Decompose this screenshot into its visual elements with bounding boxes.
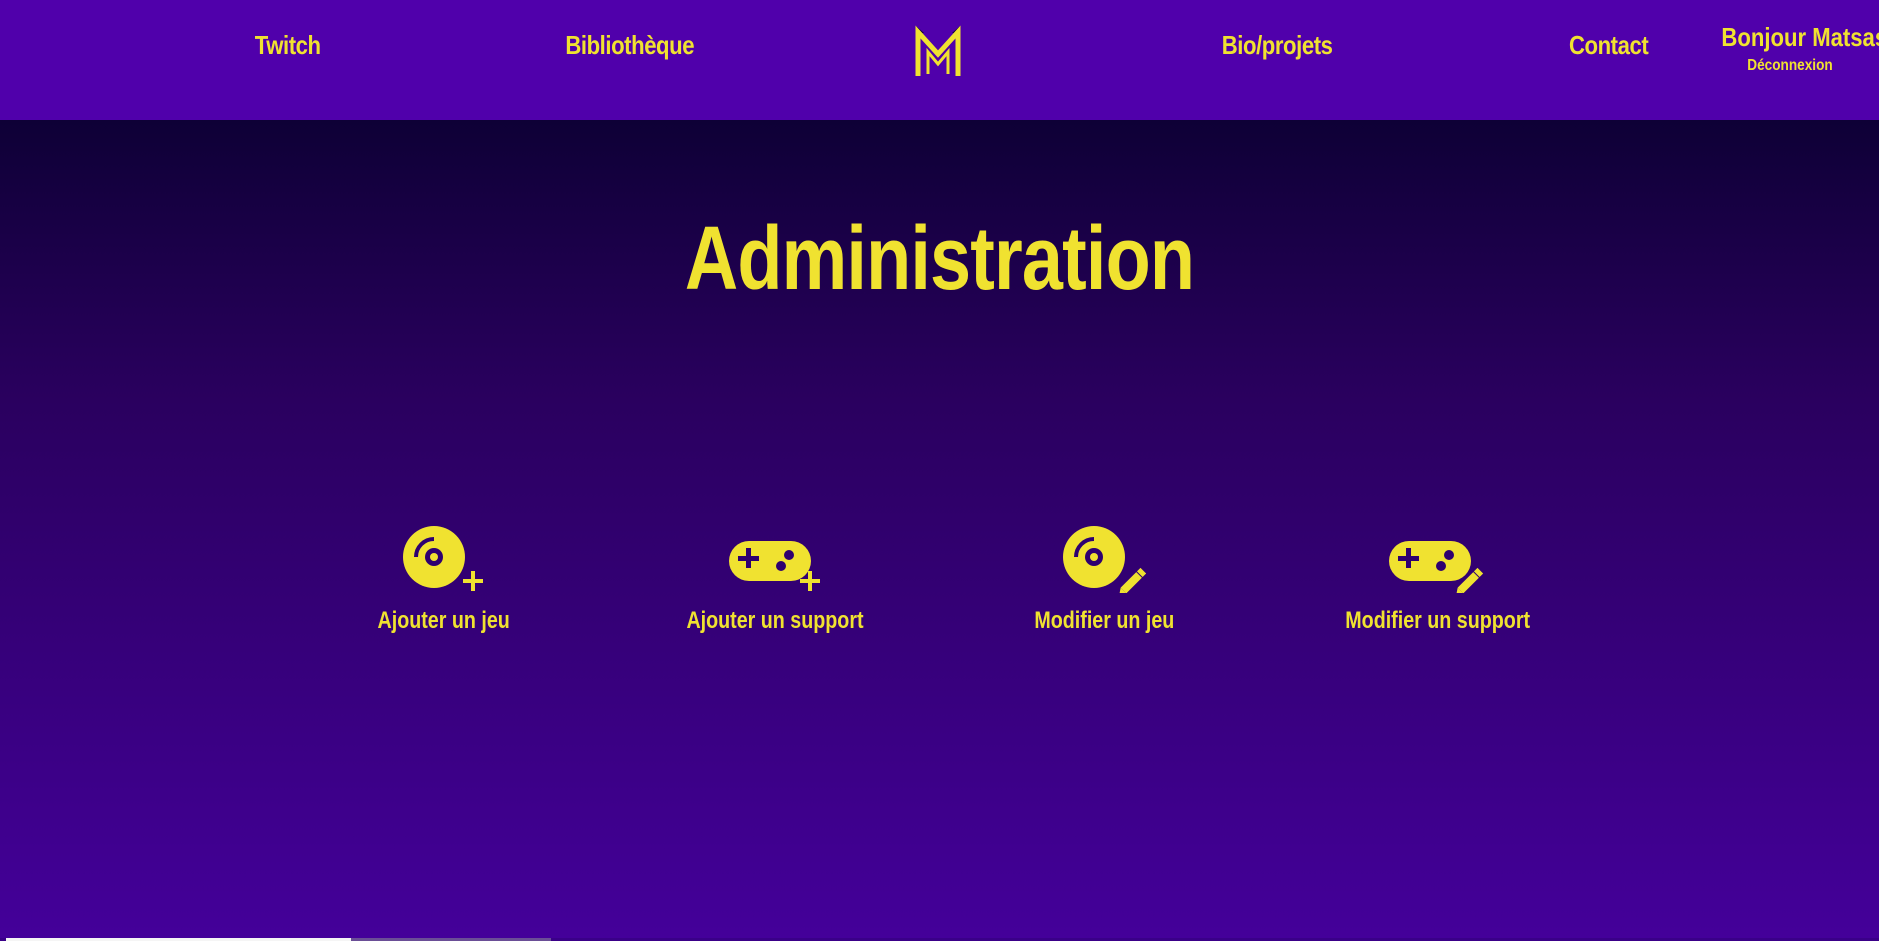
add-game-label: Ajouter un jeu: [377, 607, 511, 634]
disc-edit-icon: [1063, 526, 1146, 593]
nav-link-twitch[interactable]: Twitch: [255, 30, 321, 61]
nav-link-bio-projets[interactable]: Bio/projets: [1222, 30, 1333, 61]
page-title: Administration: [0, 208, 1879, 311]
m-crown-logo-icon[interactable]: [914, 24, 962, 80]
nav-link-contact[interactable]: Contact: [1569, 30, 1649, 61]
edit-support-label: Modifier un support: [1345, 607, 1531, 634]
edit-game-label: Modifier un jeu: [1034, 607, 1174, 634]
gamepad-plus-icon: [729, 541, 820, 591]
nav-link-bibliotheque[interactable]: Bibliothèque: [565, 30, 694, 61]
disc-plus-icon: [403, 526, 483, 591]
add-game-button[interactable]: Ajouter un jeu: [334, 525, 554, 635]
gamepad-edit-icon: [1389, 541, 1484, 593]
add-support-button[interactable]: Ajouter un support: [665, 525, 885, 635]
edit-game-button[interactable]: Modifier un jeu: [994, 525, 1214, 635]
edit-support-button[interactable]: Modifier un support: [1325, 525, 1545, 635]
page-title-text: Administration: [684, 209, 1195, 309]
logout-link[interactable]: Déconnexion: [1718, 57, 1863, 75]
add-support-label: Ajouter un support: [686, 607, 864, 634]
top-navigation-bar: Twitch Bibliothèque Bio/projets Contact …: [0, 0, 1879, 120]
user-box: Bonjour Matsashi Déconnexion: [1705, 22, 1879, 75]
user-greeting: Bonjour Matsashi: [1721, 22, 1879, 52]
